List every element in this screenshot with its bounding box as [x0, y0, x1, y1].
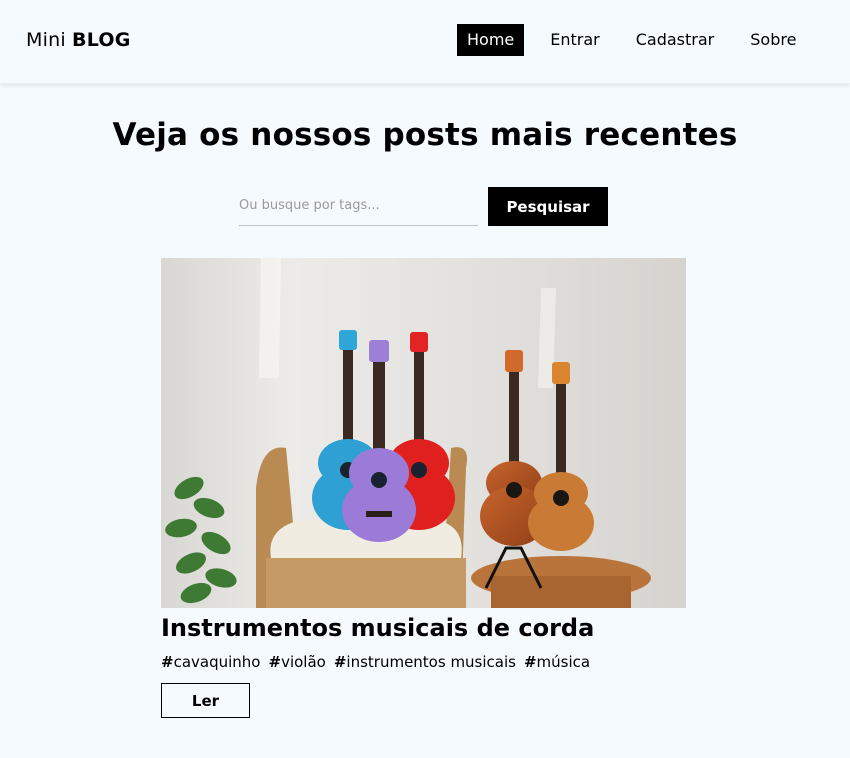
tag-link[interactable]: #cavaquinho [161, 652, 260, 672]
search-button[interactable]: Pesquisar [488, 187, 608, 226]
tag-search-input[interactable] [239, 187, 478, 226]
nav-home[interactable]: Home [457, 24, 525, 56]
read-post-button[interactable]: Ler [161, 683, 250, 718]
post-tags: #cavaquinho #violão #instrumentos musica… [161, 652, 686, 672]
post-image-ukuleles[interactable] [161, 258, 686, 608]
brand-light: Mini [26, 29, 73, 51]
page-title: Veja os nossos posts mais recentes [112, 117, 738, 153]
nav-menu: Home Entrar Cadastrar Sobre [457, 24, 806, 56]
nav-register[interactable]: Cadastrar [626, 24, 725, 56]
tag-link[interactable]: #instrumentos musicais [334, 652, 516, 672]
brand-bold: BLOG [72, 29, 131, 51]
search-form: Pesquisar [239, 187, 608, 226]
tag-link[interactable]: #música [524, 652, 590, 672]
navbar: Mini BLOG Home Entrar Cadastrar Sobre [0, 0, 850, 84]
nav-login[interactable]: Entrar [540, 24, 609, 56]
brand-logo[interactable]: Mini BLOG [26, 28, 131, 52]
nav-about[interactable]: Sobre [740, 24, 806, 56]
post-title[interactable]: Instrumentos musicais de corda [161, 612, 686, 644]
post-card: Instrumentos musicais de corda #cavaquin… [161, 258, 686, 718]
tag-link[interactable]: #violão [268, 652, 325, 672]
